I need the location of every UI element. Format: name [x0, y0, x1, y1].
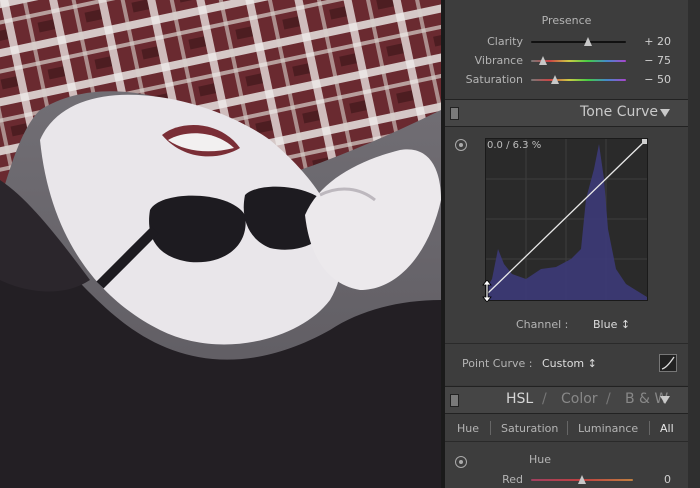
hsl-subtabs: Hue Saturation Luminance All [445, 417, 688, 439]
presence-title: Presence [541, 14, 592, 27]
clarity-track[interactable] [531, 37, 626, 46]
curve-end-point [642, 139, 647, 144]
curve-edit-icon [661, 356, 675, 370]
tab-hsl[interactable]: HSL [506, 391, 533, 407]
tab-separator-2: / [606, 391, 611, 407]
hsl-divider [445, 441, 688, 442]
hsl-collapse-triangle-icon[interactable] [660, 396, 670, 404]
hue-group-title: Hue [528, 453, 551, 466]
subtab-separator [649, 421, 650, 435]
develop-panel: Presence Clarity + 20 Vibrance − 75 Satu… [445, 0, 700, 488]
vibrance-thumb[interactable] [538, 56, 547, 65]
clarity-thumb[interactable] [584, 37, 592, 46]
presence-section: Presence Clarity + 20 Vibrance − 75 Satu… [445, 0, 688, 99]
edit-point-curve-button[interactable] [659, 354, 677, 372]
red-hue-slider-row: Red 0 [445, 472, 688, 488]
vibrance-slider-row: Vibrance − 75 [445, 53, 688, 69]
saturation-thumb[interactable] [550, 75, 559, 84]
subtab-separator [490, 421, 491, 435]
clarity-label: Clarity [487, 35, 523, 48]
red-label: Red [502, 473, 523, 486]
subtab-saturation[interactable]: Saturation [501, 422, 558, 435]
saturation-slider-row: Saturation − 50 [445, 72, 688, 88]
red-hue-thumb[interactable] [578, 475, 586, 484]
subtab-luminance[interactable]: Luminance [578, 422, 638, 435]
point-curve-select[interactable]: Custom ↕ [542, 357, 597, 370]
saturation-value[interactable]: − 50 [635, 73, 671, 86]
tone-curve-svg [486, 139, 647, 300]
target-adjustment-icon[interactable] [455, 139, 467, 151]
red-hue-track[interactable] [531, 475, 633, 484]
photo-image [0, 0, 441, 488]
clarity-value[interactable]: + 20 [635, 35, 671, 48]
hsl-toggle[interactable] [450, 394, 459, 407]
tone-curve-title[interactable]: Tone Curve [580, 104, 658, 120]
subtab-all[interactable]: All [660, 422, 674, 435]
tab-color[interactable]: Color [561, 391, 598, 407]
hsl-header: HSL / Color / B & W [445, 386, 688, 414]
subtab-separator [567, 421, 568, 435]
tone-curve-toggle[interactable] [450, 107, 459, 120]
vibrance-value[interactable]: − 75 [635, 54, 671, 67]
vibrance-label: Vibrance [474, 54, 523, 67]
subtab-hue[interactable]: Hue [457, 422, 479, 435]
channel-select[interactable]: Blue ↕ [593, 318, 630, 331]
clarity-slider-row: Clarity + 20 [445, 34, 688, 50]
panel-scrollbar[interactable] [688, 0, 700, 488]
vibrance-track[interactable] [531, 56, 626, 65]
collapse-triangle-icon[interactable] [660, 109, 670, 117]
tone-curve-graph[interactable] [485, 138, 648, 301]
photo-preview [0, 0, 441, 488]
saturation-track[interactable] [531, 75, 626, 84]
red-hue-value[interactable]: 0 [635, 473, 671, 486]
channel-label: Channel : [516, 318, 569, 331]
saturation-label: Saturation [465, 73, 523, 86]
tone-curve-header[interactable]: Tone Curve [445, 99, 688, 127]
curve-readout: 0.0 / 6.3 % [487, 140, 542, 151]
drag-cursor-icon [482, 280, 492, 302]
point-curve-label: Point Curve : [462, 357, 533, 370]
tab-separator-1: / [542, 391, 547, 407]
tone-curve-divider [445, 343, 688, 344]
